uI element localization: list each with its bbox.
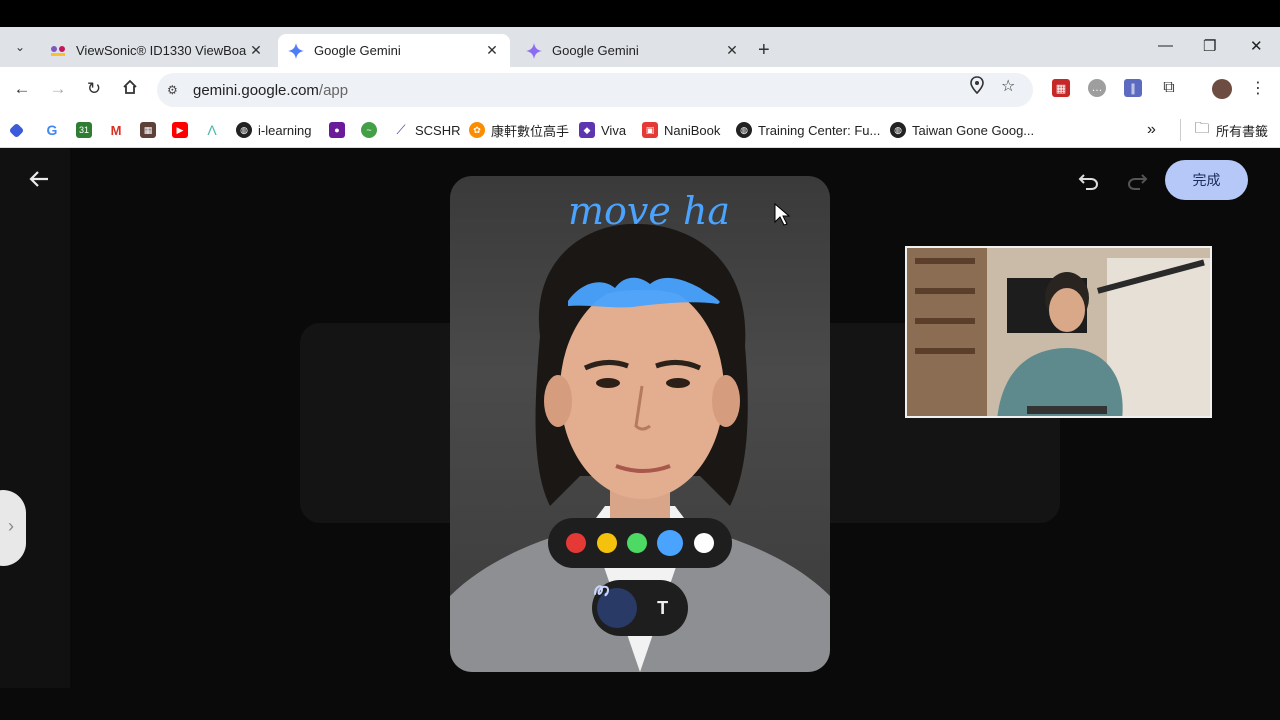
bookmark-taiwan-gone-google[interactable]: ◍ Taiwan Gone Goog...	[890, 121, 1034, 139]
reload-icon[interactable]: ↻	[83, 79, 105, 99]
bookmark-training-center[interactable]: ◍ Training Center: Fu...	[736, 121, 880, 139]
forward-icon[interactable]: →	[47, 79, 69, 99]
extensions-puzzle-icon[interactable]: ⧉	[1160, 79, 1178, 97]
tool-selector: T	[592, 580, 688, 636]
text-tool-button[interactable]: T	[643, 588, 683, 628]
bookmark-i-learning[interactable]: ◍ i-learning	[236, 121, 311, 139]
extension-red-icon[interactable]: ▦	[1052, 79, 1070, 97]
color-palette	[548, 518, 732, 568]
book-icon: ▣	[642, 122, 658, 138]
side-panel-toggle[interactable]: ›	[0, 490, 26, 566]
new-tab-button[interactable]: +	[758, 39, 770, 62]
profile-avatar[interactable]	[1212, 79, 1232, 99]
back-icon[interactable]: ←	[11, 79, 33, 99]
color-red-swatch[interactable]	[566, 533, 587, 553]
bookmark-item[interactable]: ~	[361, 121, 383, 139]
draw-tool-button[interactable]	[594, 585, 638, 628]
color-green-swatch[interactable]	[626, 533, 647, 553]
site-info-icon[interactable]: ⚙	[167, 83, 187, 97]
redo-icon[interactable]	[1126, 170, 1148, 198]
bookmark-item[interactable]: M	[108, 121, 130, 139]
flower-icon: ✿	[469, 122, 485, 138]
tab-search-chevron-icon[interactable]: ⌄	[8, 35, 32, 59]
color-yellow-swatch[interactable]	[596, 533, 617, 553]
done-button[interactable]: 完成	[1165, 160, 1248, 200]
location-pin-icon[interactable]	[969, 76, 985, 99]
squiggle-icon	[594, 585, 610, 597]
restore-button[interactable]: ❐	[1203, 37, 1216, 55]
tab-strip: ⌄ ViewSonic® ID1330 ViewBoa ✕ Google Gem…	[0, 27, 1280, 67]
calendar-icon: 31	[76, 122, 92, 138]
close-window-button[interactable]: ✕	[1250, 37, 1263, 55]
back-arrow-icon[interactable]	[28, 168, 50, 196]
leaf-icon: ~	[361, 122, 377, 138]
close-tab-icon[interactable]: ✕	[248, 42, 264, 59]
color-blue-swatch[interactable]	[657, 530, 684, 556]
diamond-icon	[8, 122, 25, 138]
folder-icon: 🗀	[1194, 119, 1210, 137]
home-icon[interactable]	[119, 79, 141, 100]
url-text: gemini.google.com/app	[193, 81, 349, 99]
tab-title: ViewSonic® ID1330 ViewBoa	[76, 43, 247, 58]
globe-icon: ◍	[736, 122, 752, 138]
bookmark-scshr[interactable]: ⟋ SCSHR	[393, 121, 461, 139]
undo-icon[interactable]	[1078, 170, 1100, 198]
video-letterbox	[0, 0, 1280, 27]
bookmark-kangxuan[interactable]: ✿ 康軒數位高手	[469, 121, 569, 139]
minimize-button[interactable]: —	[1158, 37, 1173, 54]
all-bookmarks[interactable]: 🗀 所有書籤	[1194, 119, 1268, 139]
address-bar[interactable]: ⚙ gemini.google.com/app	[157, 73, 1033, 107]
bookmark-item[interactable]: ▶	[172, 121, 194, 139]
bookmark-item[interactable]: G	[44, 121, 66, 139]
viewsonic-favicon-icon	[50, 43, 66, 59]
gem-icon: ◆	[579, 122, 595, 138]
menu-kebab-icon[interactable]: ⋮	[1249, 79, 1267, 97]
grid-icon: ▦	[140, 122, 156, 138]
close-tab-icon[interactable]: ✕	[484, 42, 500, 59]
divider	[1180, 119, 1181, 141]
tab-title: Google Gemini	[552, 43, 639, 58]
swoosh-icon: ⟋	[393, 122, 409, 138]
bookmarks-bar: G 31 M ▦ ▶ Λ ◍ i-learning ● ~ ⟋ SCSHR ✿ 康軒數…	[0, 113, 1280, 148]
bookmarks-overflow-icon[interactable]: »	[1147, 121, 1156, 139]
people-icon: ●	[329, 122, 345, 138]
extension-chat-icon[interactable]: …	[1088, 79, 1106, 97]
bookmark-item[interactable]	[8, 121, 28, 139]
handwriting-text: move ha	[568, 189, 730, 233]
tab-gemini-active[interactable]: Google Gemini ✕	[278, 34, 510, 67]
extension-chart-icon[interactable]: ∥	[1124, 79, 1142, 97]
tab-gemini-2[interactable]: Google Gemini ✕	[516, 34, 750, 67]
globe-icon: ◍	[890, 122, 906, 138]
google-icon: G	[44, 122, 60, 138]
gmail-icon: M	[108, 122, 124, 138]
bookmark-item[interactable]: Λ	[204, 121, 226, 139]
bookmark-nanibook[interactable]: ▣ NaniBook	[642, 121, 720, 139]
tab-viewsonic[interactable]: ViewSonic® ID1330 ViewBoa ✕	[40, 34, 274, 67]
bookmark-item[interactable]: ▦	[140, 121, 162, 139]
a-icon: Λ	[204, 122, 220, 138]
image-canvas[interactable]: move ha T	[450, 176, 830, 672]
gemini-sparkle-icon	[288, 42, 304, 59]
close-tab-icon[interactable]: ✕	[724, 42, 740, 59]
bookmark-star-icon[interactable]: ☆	[1001, 76, 1015, 96]
bookmark-item[interactable]: 31	[76, 121, 98, 139]
webcam-overlay	[905, 246, 1212, 418]
globe-icon: ◍	[236, 122, 252, 138]
blurred-sidebar	[0, 148, 70, 688]
chevron-right-icon: ›	[8, 516, 14, 536]
gemini-image-editor: › 完成 move ha T	[0, 148, 1280, 720]
color-white-swatch[interactable]	[693, 533, 714, 553]
youtube-icon: ▶	[172, 122, 188, 138]
gemini-sparkle-icon	[526, 42, 542, 59]
tab-title: Google Gemini	[314, 43, 401, 58]
bookmark-item[interactable]: ●	[329, 121, 351, 139]
browser-toolbar: ← → ↻ ⚙ gemini.google.com/app ☆ ▦ … ∥ ⧉ …	[0, 67, 1280, 113]
bookmark-viva[interactable]: ◆ Viva	[579, 121, 626, 139]
